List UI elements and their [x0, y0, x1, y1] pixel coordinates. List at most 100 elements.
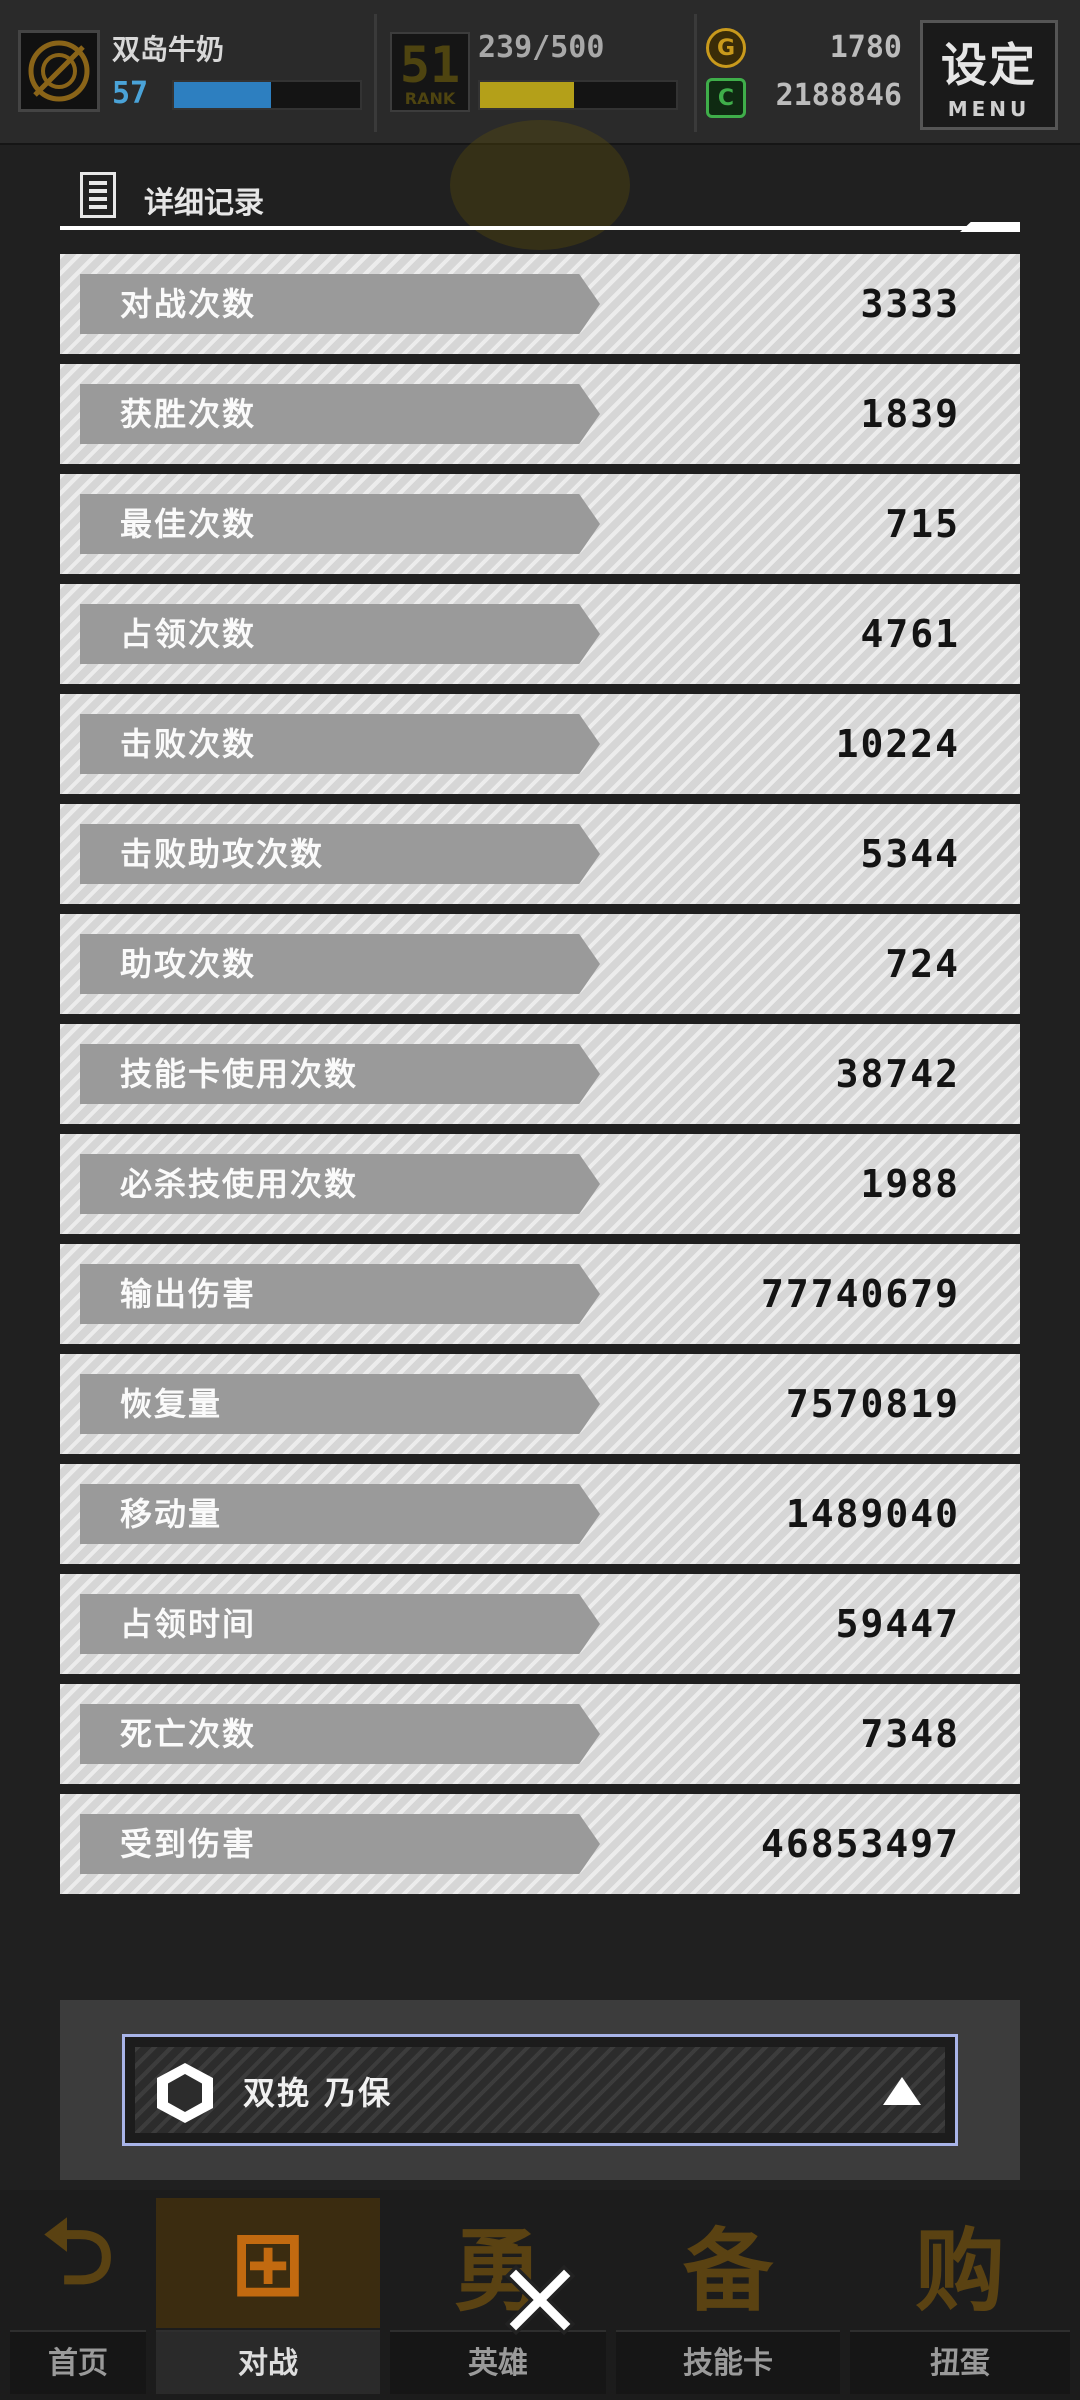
- stat-value: 3333: [860, 282, 960, 326]
- player-name: 双岛牛奶: [112, 33, 225, 66]
- gamepad-icon: ⊞: [230, 2210, 306, 2316]
- stat-value: 7348: [860, 1712, 960, 1756]
- stat-label: 对战次数: [120, 285, 257, 323]
- nav-gacha-label: 扭蛋: [850, 2330, 1070, 2394]
- stat-label: 击败次数: [120, 725, 257, 763]
- stat-row: 技能卡使用次数 38742: [60, 1024, 1020, 1124]
- credits-amount: 2188846: [775, 78, 902, 113]
- nav-skill-card-label: 技能卡: [616, 2330, 840, 2394]
- stat-label-box: 死亡次数: [80, 1704, 600, 1764]
- stat-row: 击败助攻次数 5344: [60, 804, 1020, 904]
- stat-label: 最佳次数: [120, 505, 257, 543]
- rank-progress-fill: [480, 82, 574, 108]
- stat-label-box: 移动量: [80, 1484, 600, 1544]
- stat-value: 715: [885, 502, 960, 546]
- stat-row: 死亡次数 7348: [60, 1684, 1020, 1784]
- green-credit-icon: C: [706, 78, 746, 118]
- menu-label: 设定: [941, 38, 1037, 92]
- stat-value: 7570819: [785, 1382, 960, 1426]
- stat-row: 击败次数 10224: [60, 694, 1020, 794]
- back-arrow-icon: ⮌: [41, 2199, 115, 2305]
- stat-label-box: 必杀技使用次数: [80, 1154, 600, 1214]
- rank-badge: 51 RANK: [390, 32, 470, 112]
- stat-label: 必杀技使用次数: [120, 1165, 359, 1203]
- nav-skill-card[interactable]: 备 技能卡: [616, 2198, 840, 2394]
- stat-row: 恢复量 7570819: [60, 1354, 1020, 1454]
- stat-value: 38742: [835, 1052, 960, 1096]
- stat-label: 受到伤害: [120, 1825, 257, 1863]
- stat-label: 技能卡使用次数: [120, 1055, 359, 1093]
- stat-label-box: 对战次数: [80, 274, 600, 334]
- selector-panel: 双挽 乃保: [60, 2000, 1020, 2180]
- character-hex-icon: [157, 2063, 213, 2123]
- stat-row: 移动量 1489040: [60, 1464, 1020, 1564]
- stat-value: 5344: [860, 832, 960, 876]
- stat-row: 输出伤害 77740679: [60, 1244, 1020, 1344]
- close-icon: [504, 2264, 576, 2336]
- nav-home-label: 首页: [10, 2330, 146, 2394]
- stat-row: 占领次数 4761: [60, 584, 1020, 684]
- gacha-icon: 购: [915, 2219, 1005, 2324]
- player-level: 57: [112, 76, 149, 111]
- stat-value: 59447: [835, 1602, 960, 1646]
- rank-number: 51: [399, 36, 461, 94]
- stat-label: 击败助攻次数: [120, 835, 325, 873]
- stat-label-box: 技能卡使用次数: [80, 1044, 600, 1104]
- stat-row: 占领时间 59447: [60, 1574, 1020, 1674]
- nav-gacha[interactable]: 购 扭蛋: [850, 2198, 1070, 2394]
- stat-value: 724: [885, 942, 960, 986]
- close-button[interactable]: [502, 2262, 578, 2338]
- player-avatar[interactable]: [18, 30, 100, 112]
- stat-label-box: 输出伤害: [80, 1264, 600, 1324]
- nav-hero-label: 英雄: [390, 2330, 606, 2394]
- stat-row: 必杀技使用次数 1988: [60, 1134, 1020, 1234]
- stat-row: 助攻次数 724: [60, 914, 1020, 1014]
- rank-progress-text: 239/500: [478, 30, 605, 65]
- stat-label-box: 占领次数: [80, 604, 600, 664]
- stat-label: 死亡次数: [120, 1715, 257, 1753]
- stat-label-box: 最佳次数: [80, 494, 600, 554]
- stat-label-box: 助攻次数: [80, 934, 600, 994]
- character-name: 双挽 乃保: [243, 2074, 393, 2112]
- stat-value: 1839: [860, 392, 960, 436]
- nav-battle[interactable]: ⊞ 对战: [156, 2198, 380, 2394]
- character-selector[interactable]: 双挽 乃保: [122, 2034, 958, 2146]
- stat-label-box: 受到伤害: [80, 1814, 600, 1874]
- header-divider: [60, 222, 1020, 232]
- stat-value: 77740679: [760, 1272, 960, 1316]
- stat-label-box: 获胜次数: [80, 384, 600, 444]
- menu-button[interactable]: 设定 MENU: [920, 20, 1058, 130]
- stat-label: 输出伤害: [120, 1275, 257, 1313]
- stat-label: 占领时间: [120, 1605, 257, 1643]
- stat-row: 对战次数 3333: [60, 254, 1020, 354]
- stat-label: 恢复量: [120, 1385, 223, 1423]
- coin-icon: G: [706, 28, 746, 68]
- stat-label: 助攻次数: [120, 945, 257, 983]
- stat-value: 10224: [835, 722, 960, 766]
- level-progress-fill: [174, 82, 271, 108]
- menu-sublabel: MENU: [947, 97, 1031, 121]
- section-title: 详细记录: [144, 186, 264, 221]
- stat-label-box: 恢复量: [80, 1374, 600, 1434]
- stat-value: 1988: [860, 1162, 960, 1206]
- stat-label: 获胜次数: [120, 395, 257, 433]
- gold-amount: 1780: [829, 30, 902, 65]
- document-list-icon: [80, 172, 116, 218]
- stat-row: 获胜次数 1839: [60, 364, 1020, 464]
- stat-label-box: 击败助攻次数: [80, 824, 600, 884]
- triangle-up-icon[interactable]: [883, 2077, 921, 2105]
- skill-card-icon: 备: [683, 2219, 773, 2324]
- stat-value: 1489040: [785, 1492, 960, 1536]
- stat-value: 4761: [860, 612, 960, 656]
- stat-row: 最佳次数 715: [60, 474, 1020, 574]
- stat-label-box: 击败次数: [80, 714, 600, 774]
- target-emblem-icon: [28, 40, 90, 102]
- level-progress-bar: [172, 80, 362, 110]
- nav-home[interactable]: ⮌ 首页: [10, 2198, 146, 2394]
- nav-battle-label: 对战: [156, 2330, 380, 2394]
- rank-progress-bar: [478, 80, 678, 110]
- stat-label: 占领次数: [120, 615, 257, 653]
- stat-label-box: 占领时间: [80, 1594, 600, 1654]
- stat-label: 移动量: [120, 1495, 223, 1533]
- stat-value: 46853497: [760, 1822, 960, 1866]
